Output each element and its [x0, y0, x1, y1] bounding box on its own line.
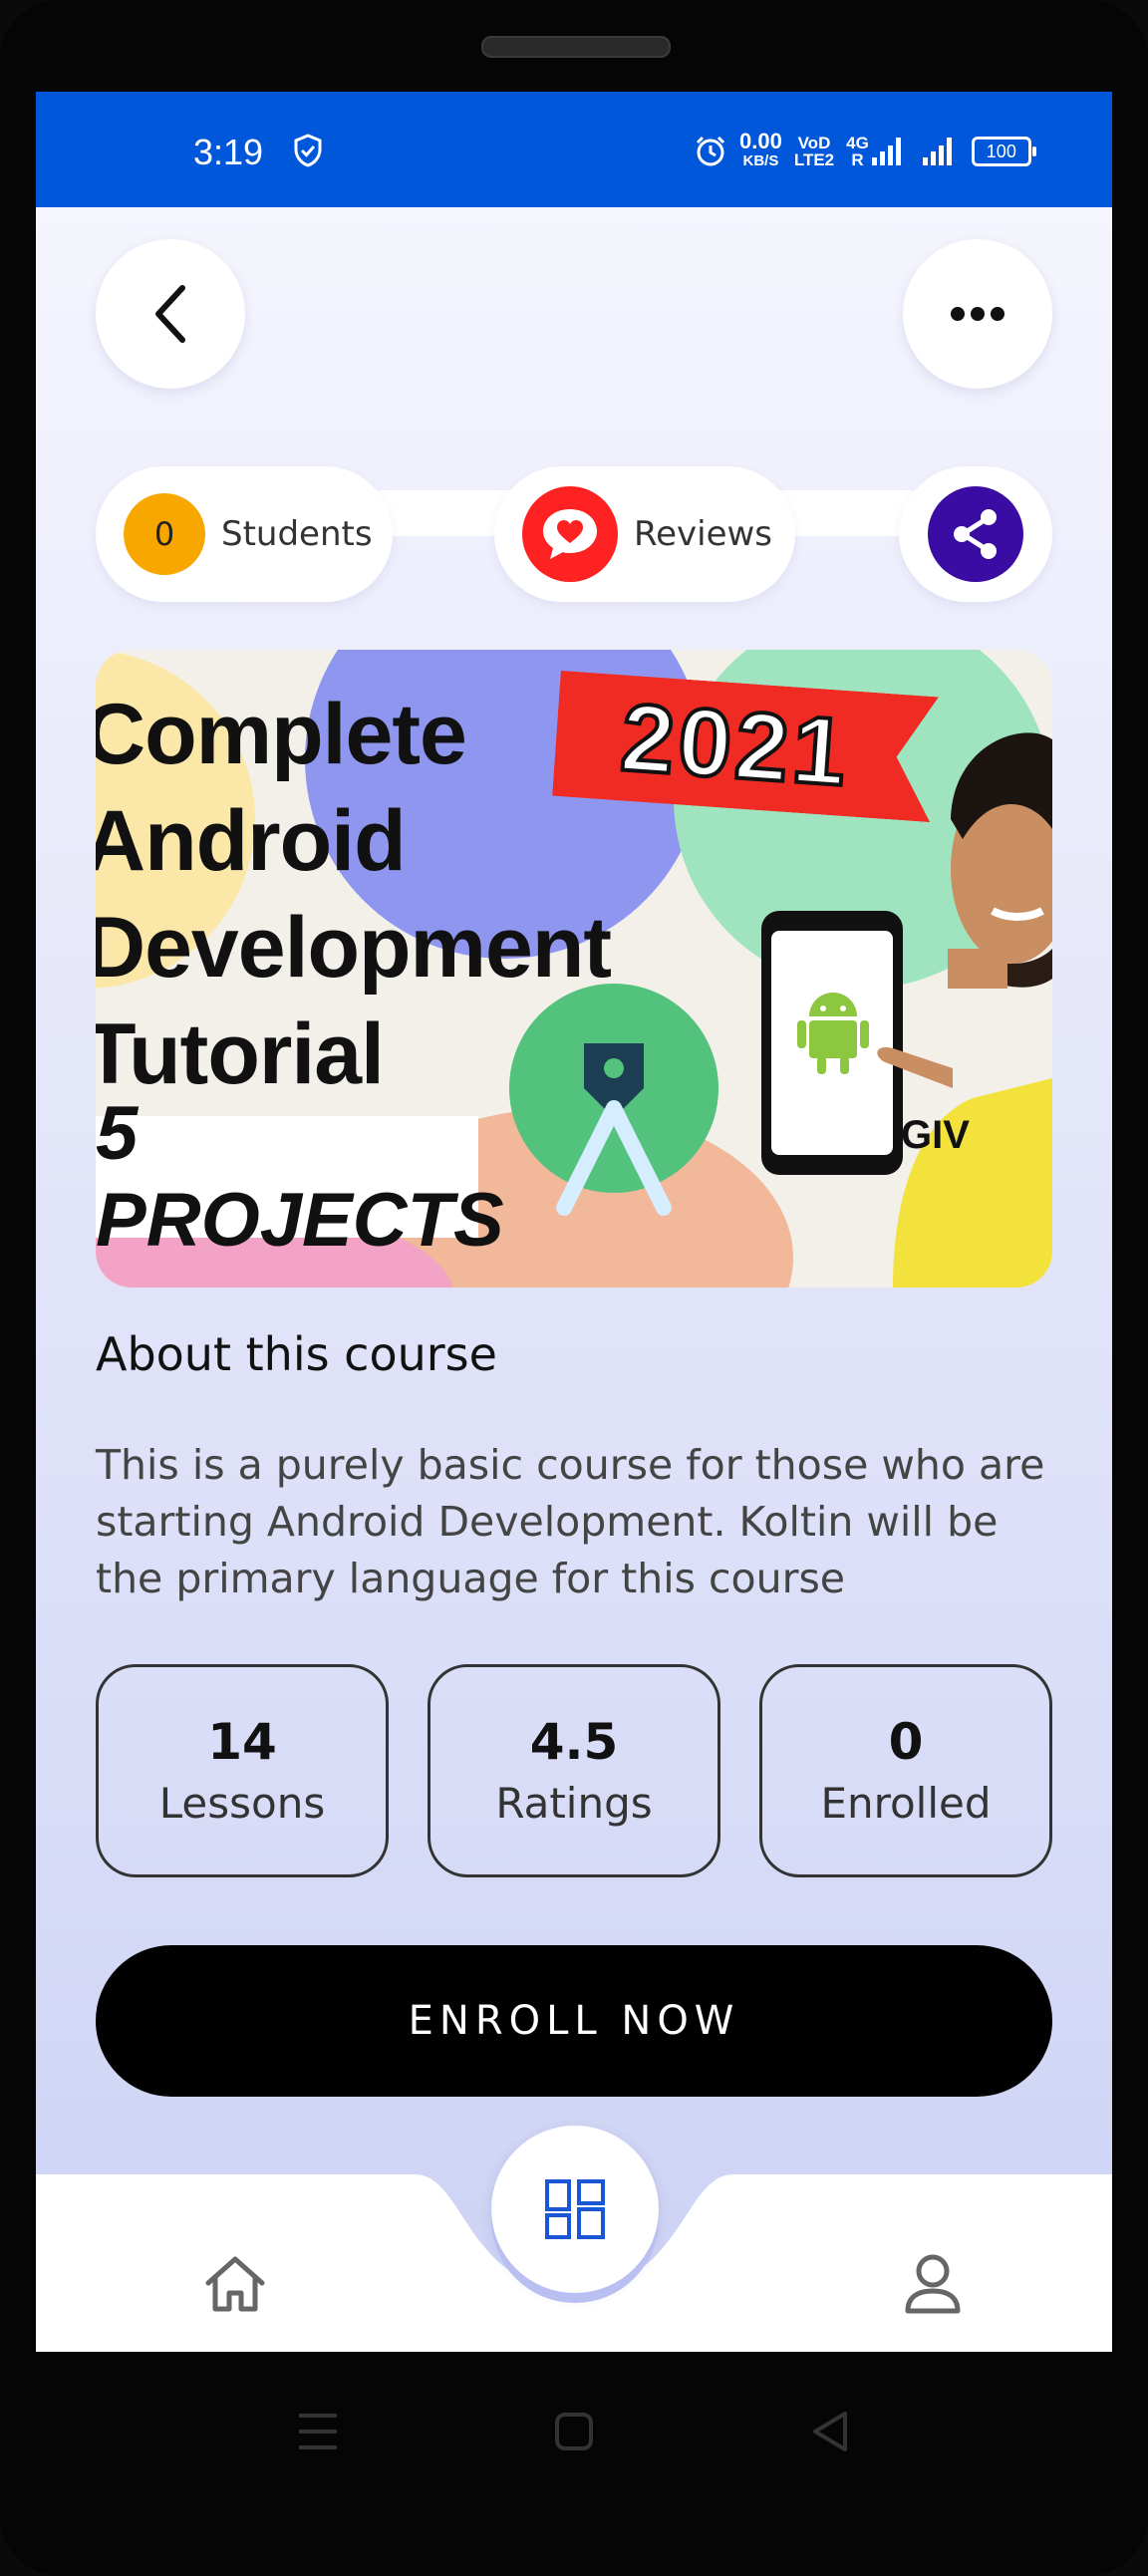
stat-label: Enrolled [820, 1779, 992, 1828]
network-type: 4G R [846, 135, 901, 168]
more-horizontal-icon [951, 307, 1004, 321]
about-description: This is a purely basic course for those … [96, 1441, 1045, 1602]
speaker-grille [481, 36, 671, 58]
battery-indicator: 100 [971, 137, 1036, 166]
stat-label: Ratings [495, 1779, 653, 1828]
share-icon [954, 509, 997, 559]
stat-card-enrolled: 0 Enrolled [759, 1664, 1052, 1877]
net-speed: 0.00 KB/S [739, 129, 782, 171]
students-label: Students [221, 514, 373, 554]
dashboard-icon [545, 2179, 605, 2239]
signal-bars-2-icon [922, 138, 952, 165]
recent-apps-icon[interactable] [297, 2412, 339, 2451]
app-screen: 3:19 0.00 KB/S VoD LTE2 4G R 100 0 Stude… [36, 92, 1112, 2352]
banner-line-1: Complete [96, 687, 467, 782]
stat-value: 0 [888, 1713, 924, 1771]
shield-check-icon [294, 134, 322, 167]
net-speed-value: 0.00 [739, 129, 782, 153]
banner-year: 2021 [617, 684, 854, 807]
banner-line-3: Development [96, 900, 612, 996]
stat-card-ratings: 4.5 Ratings [428, 1664, 720, 1877]
year-ribbon: 2021 [552, 671, 939, 822]
banner-shirt-text: GIV [901, 1113, 970, 1157]
signal-bars-1-icon [871, 138, 901, 165]
home-square-icon[interactable] [554, 2412, 594, 2451]
nav-dashboard-button[interactable] [491, 2126, 659, 2293]
course-banner-image[interactable]: GIV Complete Android Development Tutoria… [96, 650, 1052, 1288]
share-chip[interactable] [899, 466, 1052, 602]
more-options-button[interactable] [903, 239, 1052, 389]
phone-frame: 3:19 0.00 KB/S VoD LTE2 4G R 100 0 Stude… [0, 0, 1148, 2576]
user-icon [905, 2254, 961, 2314]
stat-value: 4.5 [529, 1713, 619, 1771]
net-speed-unit: KB/S [742, 152, 779, 169]
banner-title: Complete Android Development Tutorial [96, 682, 612, 1108]
stat-label: Lessons [158, 1779, 326, 1828]
status-bar: 3:19 0.00 KB/S VoD LTE2 4G R 100 [36, 92, 1112, 207]
stat-card-lessons: 14 Lessons [96, 1664, 389, 1877]
volte-bottom: LTE2 [793, 150, 835, 169]
reviews-label: Reviews [634, 514, 773, 554]
system-nav-bar [0, 2352, 1148, 2521]
about-title: About this course [96, 1327, 497, 1381]
enroll-now-button[interactable]: ENROLL NOW [96, 1945, 1052, 2097]
status-time: 3:19 [193, 132, 264, 172]
back-button[interactable] [96, 239, 245, 389]
share-badge [928, 486, 1023, 582]
heart-chat-icon [543, 509, 597, 559]
alarm-icon [696, 136, 725, 166]
stat-value: 14 [207, 1713, 277, 1771]
network-bottom: R [851, 150, 864, 169]
home-icon [205, 2256, 265, 2312]
back-triangle-icon[interactable] [809, 2410, 851, 2453]
nav-home-button[interactable] [185, 2234, 285, 2334]
banner-line-2: Android [96, 793, 407, 889]
projects-label: 5 PROJECTS [96, 1091, 504, 1263]
volte-indicator: VoD LTE2 [794, 135, 834, 168]
reviews-chip[interactable]: Reviews [494, 466, 795, 602]
status-icons: 0.00 KB/S VoD LTE2 4G R 100 [694, 122, 1036, 181]
reviews-badge [522, 486, 618, 582]
nav-profile-button[interactable] [883, 2234, 983, 2334]
chevron-left-icon [155, 285, 185, 343]
students-count-badge: 0 [124, 493, 205, 575]
students-chip[interactable]: 0 Students [96, 466, 393, 602]
